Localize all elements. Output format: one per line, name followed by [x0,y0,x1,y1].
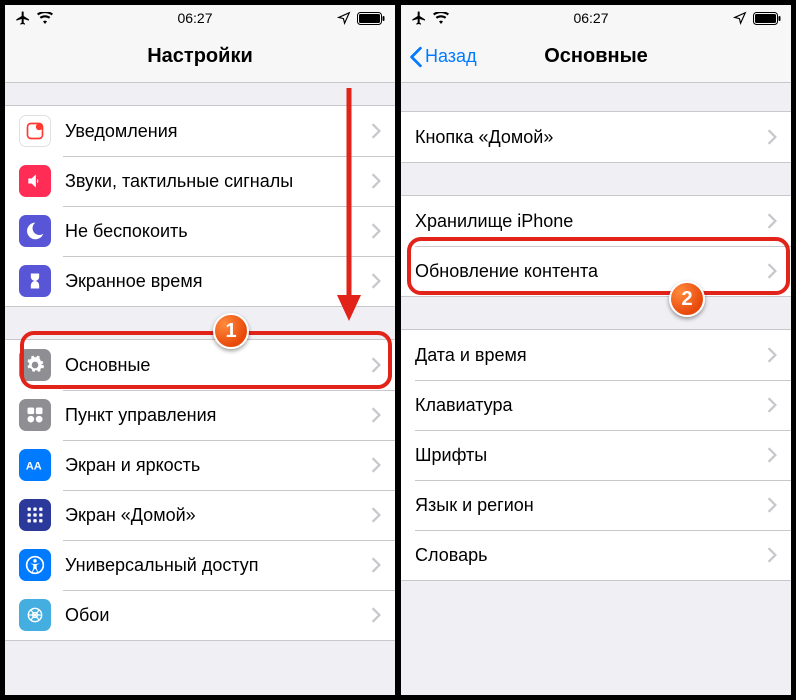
dnd-icon [19,215,51,247]
control-center-icon [19,399,51,431]
general-list[interactable]: Кнопка «Домой» Хранилище iPhone Обновлен… [401,83,791,695]
airplane-icon [411,10,427,26]
chevron-right-icon [767,397,777,413]
row-sounds[interactable]: Звуки, тактильные сигналы [5,156,395,206]
chevron-left-icon [409,46,423,68]
location-icon [733,11,747,25]
chevron-right-icon [371,173,381,189]
settings-group: Кнопка «Домой» [401,111,791,163]
chevron-right-icon [767,447,777,463]
chevron-right-icon [371,223,381,239]
row-label: Экран и яркость [65,455,371,476]
homescreen-icon [19,499,51,531]
battery-icon [357,12,385,25]
accessibility-icon [19,549,51,581]
row-label: Экранное время [65,271,371,292]
svg-text:AA: AA [26,461,42,473]
status-bar: 06:27 [5,5,395,31]
wifi-icon [37,12,53,24]
navbar: Назад Основные [401,31,791,83]
chevron-right-icon [767,497,777,513]
page-title: Основные [544,45,648,68]
chevron-right-icon [371,407,381,423]
chevron-right-icon [371,123,381,139]
row-screentime[interactable]: Экранное время [5,256,395,306]
chevron-right-icon [371,557,381,573]
chevron-right-icon [371,357,381,373]
row-accessibility[interactable]: Универсальный доступ [5,540,395,590]
wallpaper-icon [19,599,51,631]
row-label: Язык и регион [415,495,767,516]
chevron-right-icon [371,457,381,473]
row-fonts[interactable]: Шрифты [401,430,791,480]
row-label: Звуки, тактильные сигналы [65,171,371,192]
chevron-right-icon [767,547,777,563]
chevron-right-icon [371,607,381,623]
phone-left: 06:27 Настройки Уведомления [3,3,397,697]
row-dictionary[interactable]: Словарь [401,530,791,580]
sounds-icon [19,165,51,197]
row-display[interactable]: AA Экран и яркость [5,440,395,490]
row-iphone-storage[interactable]: Хранилище iPhone [401,196,791,246]
status-bar: 06:27 [401,5,791,31]
chevron-right-icon [371,507,381,523]
chevron-right-icon [767,263,777,279]
row-general[interactable]: Основные [5,340,395,390]
phone-right: 06:27 Назад Основные Кнопка «Домой» [399,3,793,697]
row-wallpaper[interactable]: Обои [5,590,395,640]
settings-group: Основные Пункт управления AA Экран и ярк… [5,339,395,641]
row-homescreen[interactable]: Экран «Домой» [5,490,395,540]
row-label: Экран «Домой» [65,505,371,526]
screentime-icon [19,265,51,297]
settings-list[interactable]: Уведомления Звуки, тактильные сигналы Не… [5,83,395,695]
row-keyboard[interactable]: Клавиатура [401,380,791,430]
composite-screenshot: 06:27 Настройки Уведомления [0,0,796,700]
wifi-icon [433,12,449,24]
settings-group: Дата и время Клавиатура Шрифты Язык и ре… [401,329,791,581]
status-time: 06:27 [177,10,212,26]
row-label: Словарь [415,545,767,566]
row-label: Кнопка «Домой» [415,127,767,148]
row-date-time[interactable]: Дата и время [401,330,791,380]
airplane-icon [15,10,31,26]
row-label: Клавиатура [415,395,767,416]
navbar: Настройки [5,31,395,83]
row-language-region[interactable]: Язык и регион [401,480,791,530]
row-label: Хранилище iPhone [415,211,767,232]
chevron-right-icon [371,273,381,289]
row-label: Основные [65,355,371,376]
row-label: Не беспокоить [65,221,371,242]
row-label: Универсальный доступ [65,555,371,576]
notifications-icon [19,115,51,147]
row-label: Шрифты [415,445,767,466]
battery-icon [753,12,781,25]
settings-group: Уведомления Звуки, тактильные сигналы Не… [5,105,395,307]
back-label: Назад [425,46,477,67]
page-title: Настройки [147,45,253,68]
chevron-right-icon [767,347,777,363]
row-label: Пункт управления [65,405,371,426]
status-time: 06:27 [573,10,608,26]
row-label: Обои [65,605,371,626]
row-label: Уведомления [65,121,371,142]
location-icon [337,11,351,25]
back-button[interactable]: Назад [409,31,477,82]
row-label: Дата и время [415,345,767,366]
settings-group: Хранилище iPhone Обновление контента [401,195,791,297]
row-notifications[interactable]: Уведомления [5,106,395,156]
display-icon: AA [19,449,51,481]
chevron-right-icon [767,129,777,145]
row-home-button[interactable]: Кнопка «Домой» [401,112,791,162]
row-control-center[interactable]: Пункт управления [5,390,395,440]
row-background-refresh[interactable]: Обновление контента [401,246,791,296]
row-dnd[interactable]: Не беспокоить [5,206,395,256]
chevron-right-icon [767,213,777,229]
row-label: Обновление контента [415,261,767,282]
general-icon [19,349,51,381]
